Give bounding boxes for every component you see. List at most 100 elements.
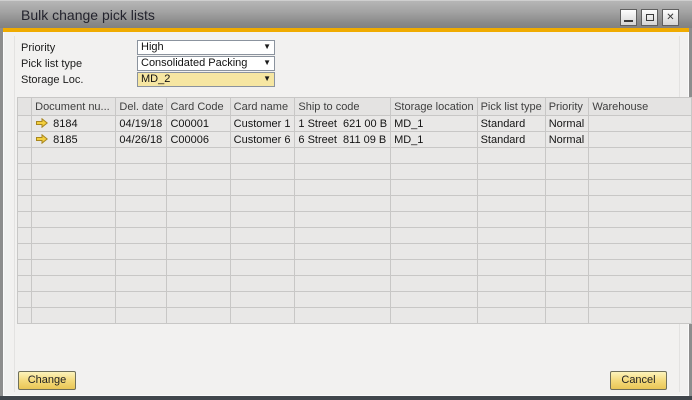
table-cell[interactable]: Customer 1 xyxy=(230,116,295,132)
table-cell[interactable] xyxy=(477,196,545,212)
table-cell[interactable] xyxy=(391,212,478,228)
table-cell[interactable] xyxy=(230,308,295,324)
table-cell[interactable]: Customer 6 xyxy=(230,132,295,148)
table-cell[interactable]: 6 Street 811 09 B xyxy=(295,132,391,148)
table-cell[interactable] xyxy=(32,276,116,292)
table-cell[interactable] xyxy=(116,260,167,276)
table-cell[interactable] xyxy=(545,244,589,260)
table-cell[interactable] xyxy=(589,260,692,276)
table-cell[interactable] xyxy=(391,164,478,180)
row-selector[interactable] xyxy=(18,116,32,132)
row-selector[interactable] xyxy=(18,132,32,148)
table-cell[interactable] xyxy=(545,228,589,244)
table-cell[interactable] xyxy=(32,180,116,196)
table-cell[interactable] xyxy=(167,180,230,196)
table-cell[interactable] xyxy=(477,148,545,164)
table-cell[interactable] xyxy=(116,276,167,292)
table-cell[interactable] xyxy=(167,212,230,228)
storage-loc-dropdown[interactable]: MD_2 ▼ xyxy=(137,72,275,87)
table-cell[interactable] xyxy=(116,212,167,228)
table-cell[interactable] xyxy=(545,180,589,196)
table-cell[interactable] xyxy=(391,180,478,196)
table-cell[interactable]: 8185 xyxy=(32,132,116,148)
table-cell[interactable] xyxy=(167,276,230,292)
table-cell[interactable] xyxy=(477,292,545,308)
change-button[interactable]: Change xyxy=(18,371,76,390)
table-cell[interactable] xyxy=(230,228,295,244)
table-cell[interactable] xyxy=(545,164,589,180)
table-cell[interactable] xyxy=(391,260,478,276)
table-cell[interactable] xyxy=(295,228,391,244)
row-selector[interactable] xyxy=(18,228,32,244)
table-cell[interactable] xyxy=(32,196,116,212)
table-cell[interactable] xyxy=(295,292,391,308)
table-cell[interactable] xyxy=(477,276,545,292)
table-cell[interactable]: 04/26/18 xyxy=(116,132,167,148)
table-cell[interactable] xyxy=(116,180,167,196)
table-cell[interactable] xyxy=(589,228,692,244)
chevron-down-icon[interactable]: ▼ xyxy=(263,74,271,83)
table-cell[interactable] xyxy=(589,164,692,180)
table-cell[interactable] xyxy=(477,308,545,324)
table-cell[interactable]: 8184 xyxy=(32,116,116,132)
table-cell[interactable] xyxy=(116,196,167,212)
table-cell[interactable]: 04/19/18 xyxy=(116,116,167,132)
table-cell[interactable] xyxy=(230,260,295,276)
column-header-document-nu[interactable]: Document nu... xyxy=(32,98,116,116)
table-cell[interactable] xyxy=(32,164,116,180)
table-cell[interactable] xyxy=(295,260,391,276)
column-header-warehouse[interactable]: Warehouse xyxy=(589,98,692,116)
table-cell[interactable] xyxy=(295,276,391,292)
table-cell[interactable] xyxy=(589,292,692,308)
table-cell[interactable] xyxy=(230,244,295,260)
chevron-down-icon[interactable]: ▼ xyxy=(263,42,271,51)
table-cell[interactable] xyxy=(295,212,391,228)
table-cell[interactable] xyxy=(295,148,391,164)
table-cell[interactable]: 1 Street 621 00 B xyxy=(295,116,391,132)
link-arrow-icon[interactable] xyxy=(36,134,48,144)
table-cell[interactable] xyxy=(589,116,692,132)
table-cell[interactable]: MD_1 xyxy=(391,132,478,148)
table-cell[interactable] xyxy=(230,212,295,228)
priority-dropdown[interactable]: High ▼ xyxy=(137,40,275,55)
column-header-priority[interactable]: Priority xyxy=(545,98,589,116)
table-cell[interactable] xyxy=(167,228,230,244)
table-cell[interactable] xyxy=(116,244,167,260)
table-cell[interactable] xyxy=(545,212,589,228)
table-cell[interactable] xyxy=(295,308,391,324)
table-cell[interactable] xyxy=(32,228,116,244)
row-selector[interactable] xyxy=(18,308,32,324)
row-selector[interactable] xyxy=(18,212,32,228)
row-selector[interactable] xyxy=(18,292,32,308)
row-selector-header[interactable] xyxy=(18,98,32,116)
table-cell[interactable]: C00006 xyxy=(167,132,230,148)
table-cell[interactable] xyxy=(116,308,167,324)
table-cell[interactable] xyxy=(230,276,295,292)
table-cell[interactable] xyxy=(391,244,478,260)
table-cell[interactable] xyxy=(391,308,478,324)
table-cell[interactable] xyxy=(545,148,589,164)
table-cell[interactable] xyxy=(589,244,692,260)
table-cell[interactable] xyxy=(589,196,692,212)
table-cell[interactable] xyxy=(32,212,116,228)
column-header-ship-to-code[interactable]: Ship to code xyxy=(295,98,391,116)
table-cell[interactable]: MD_1 xyxy=(391,116,478,132)
table-cell[interactable] xyxy=(295,180,391,196)
table-cell[interactable] xyxy=(589,180,692,196)
table-cell[interactable] xyxy=(477,260,545,276)
table-cell[interactable] xyxy=(477,228,545,244)
table-cell[interactable] xyxy=(391,196,478,212)
table-cell[interactable] xyxy=(477,212,545,228)
row-selector[interactable] xyxy=(18,276,32,292)
table-cell[interactable] xyxy=(391,228,478,244)
minimize-button[interactable] xyxy=(620,9,637,26)
table-cell[interactable] xyxy=(477,180,545,196)
table-cell[interactable] xyxy=(230,196,295,212)
table-cell[interactable] xyxy=(391,276,478,292)
row-selector[interactable] xyxy=(18,180,32,196)
table-cell[interactable] xyxy=(167,308,230,324)
table-cell[interactable] xyxy=(545,308,589,324)
table-cell[interactable] xyxy=(391,292,478,308)
table-cell[interactable] xyxy=(32,292,116,308)
table-cell[interactable] xyxy=(116,164,167,180)
